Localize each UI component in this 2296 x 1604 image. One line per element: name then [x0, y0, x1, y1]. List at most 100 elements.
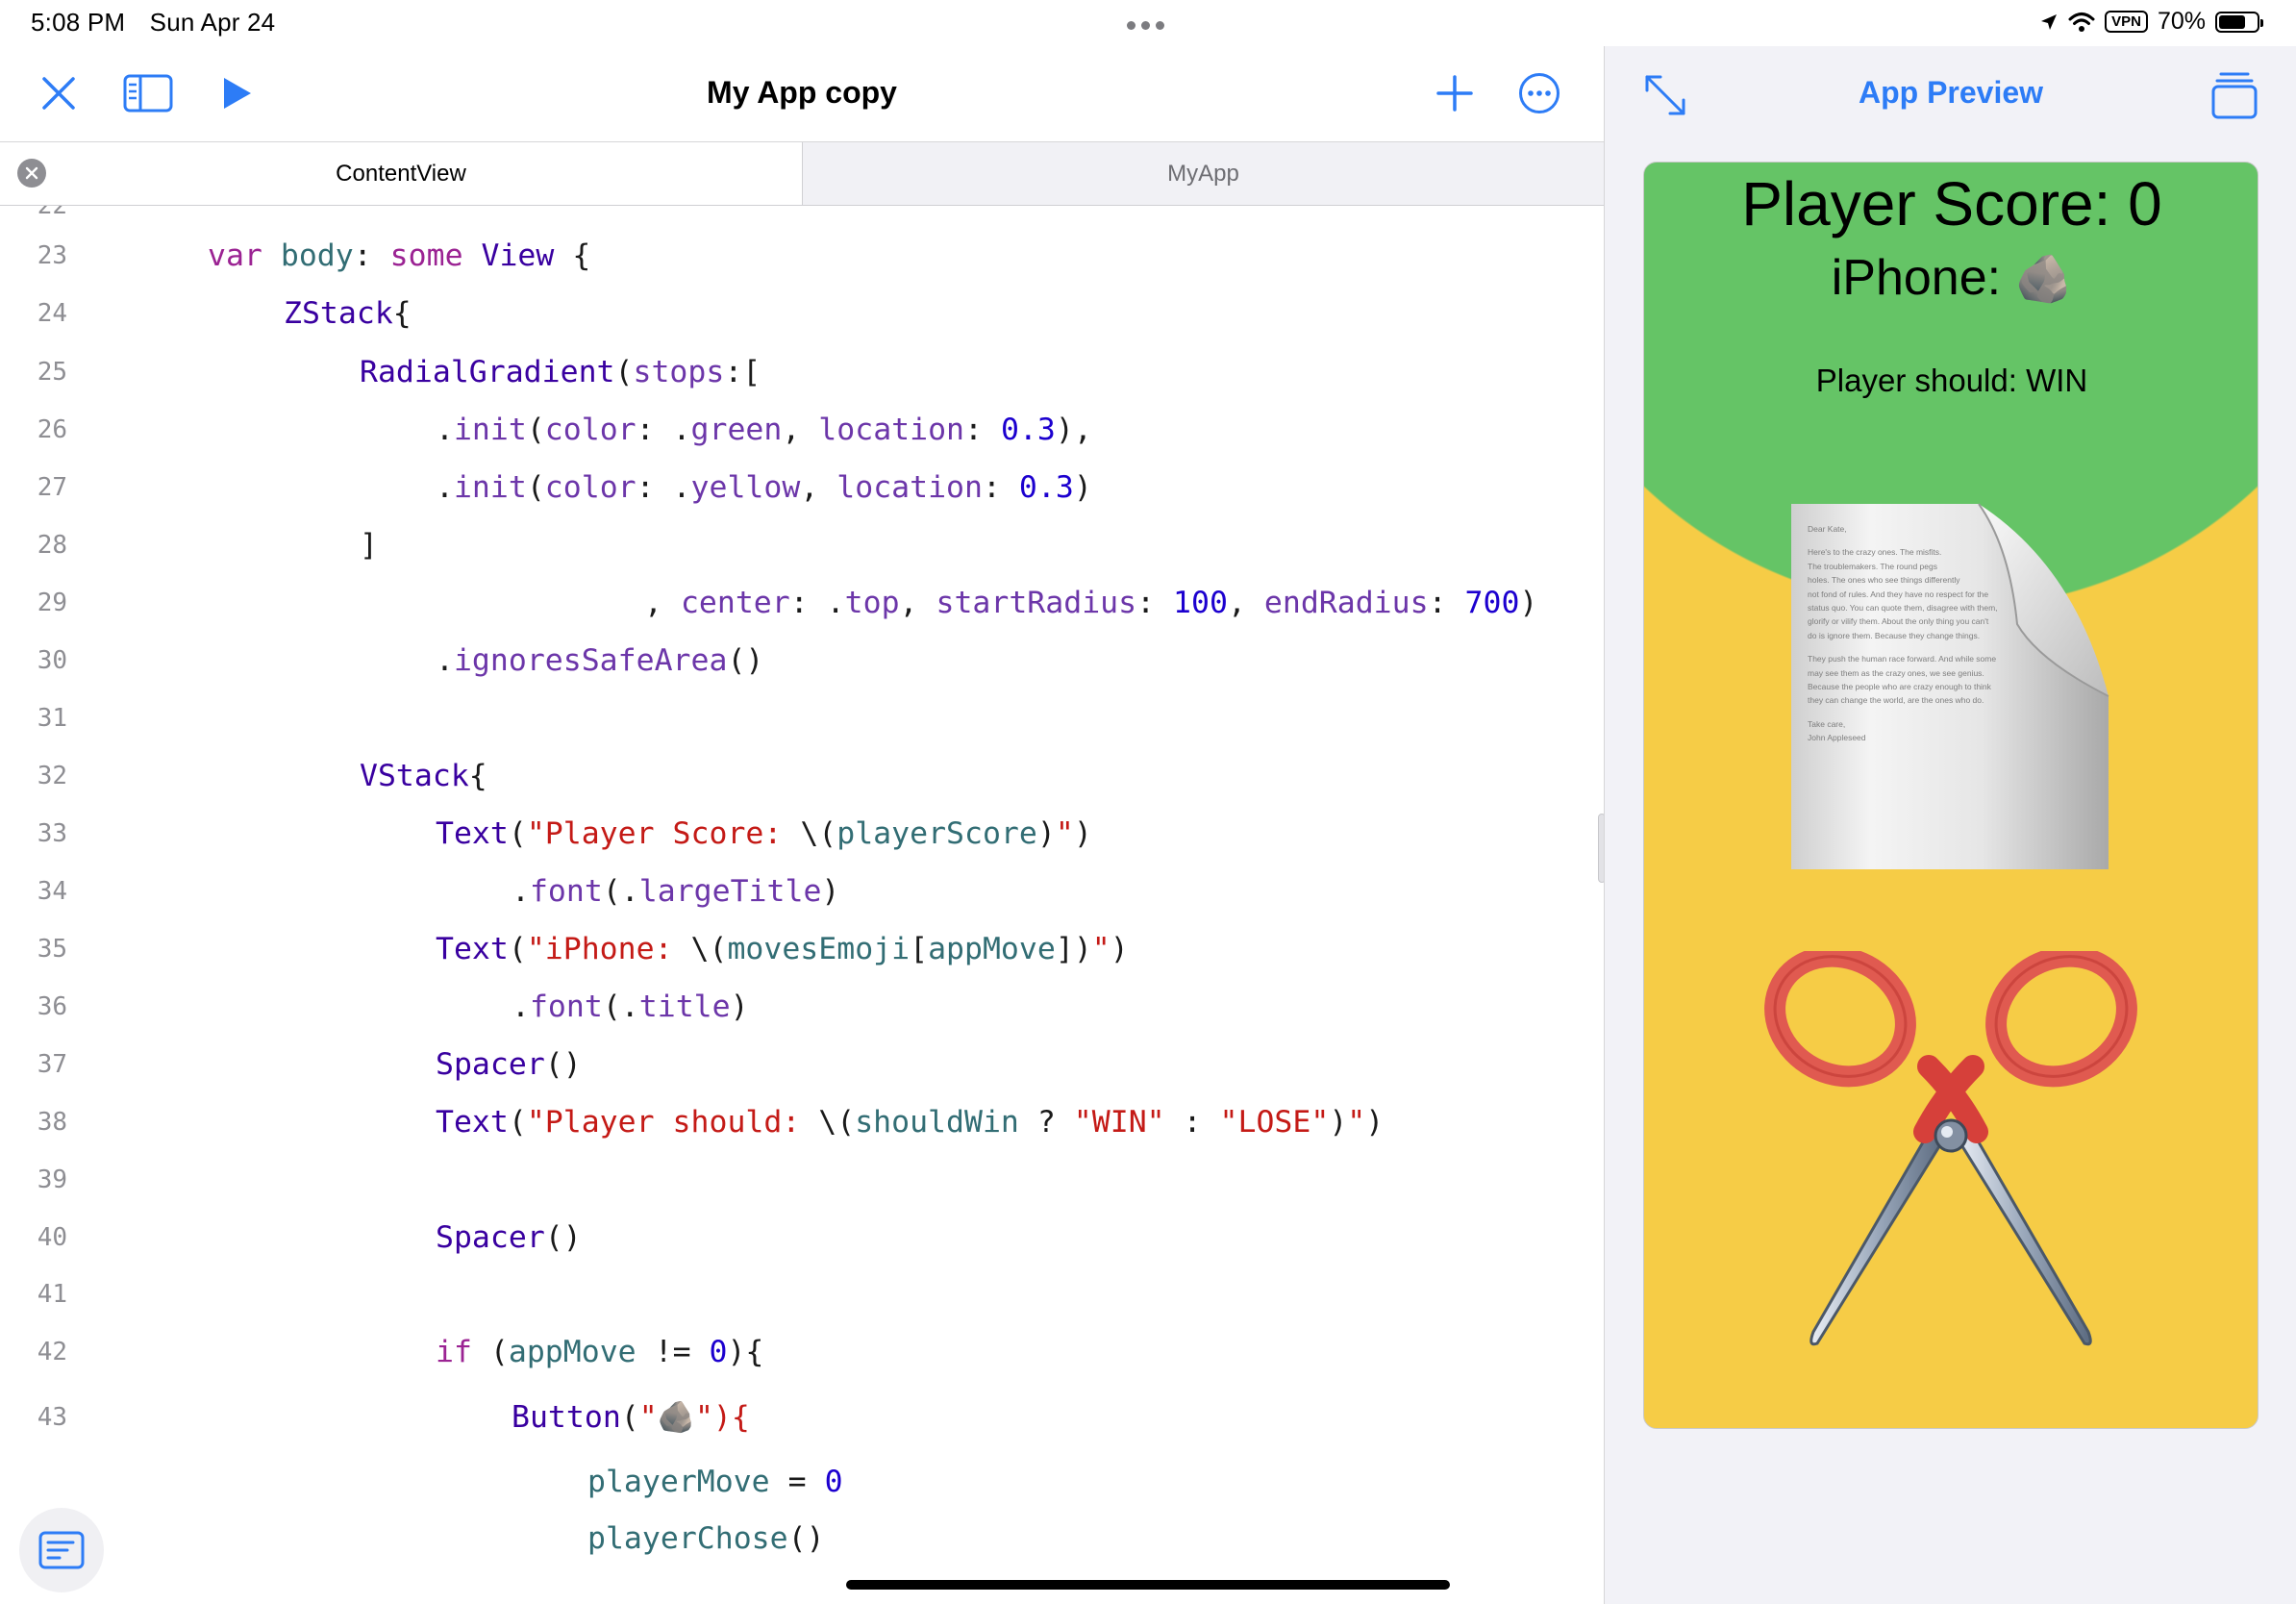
code-line: 34 .font(.largeTitle) [0, 863, 1604, 920]
plus-icon [1436, 75, 1473, 112]
player-should-label: Player should: WIN [1815, 363, 2088, 398]
code-text: Spacer() [436, 1047, 582, 1082]
file-tab-bar: ContentView MyApp [0, 142, 1604, 206]
code-line: 27 .init(color: .yellow, location: 0.3) [0, 459, 1604, 516]
line-number: 43 [37, 1403, 67, 1432]
line-number: 31 [37, 704, 67, 733]
code-text: playerMove = 0 [587, 1465, 843, 1499]
code-line: 33 Text("Player Score: \(playerScore)") [0, 805, 1604, 863]
paper-letter-line: not fond of rules. And they have no resp… [1808, 589, 1989, 599]
line-number: 40 [37, 1223, 67, 1252]
line-number: 30 [37, 646, 67, 675]
editor-pane: My App copy ContentView MyApp 22 23 var … [0, 46, 1606, 1604]
text-outline-icon [38, 1531, 85, 1569]
code-text: VStack{ [360, 759, 487, 793]
more-options-button[interactable] [1513, 69, 1565, 117]
code-line: 41 [0, 1266, 1604, 1323]
code-line: 37 Spacer() [0, 1036, 1604, 1093]
line-number: 39 [37, 1165, 67, 1194]
code-text: ZStack{ [284, 296, 412, 331]
close-icon [25, 166, 38, 180]
line-number: 33 [37, 819, 67, 848]
code-line: 29 , center: .top, startRadius: 100, end… [0, 574, 1604, 632]
location-icon [2041, 13, 2058, 30]
code-text: Spacer() [436, 1220, 582, 1255]
tab-close-button[interactable] [17, 159, 46, 188]
status-indicators: VPN 70% [2039, 8, 2263, 36]
project-title: My App copy [707, 75, 897, 110]
code-text: Text("Player Score: \(playerScore)") [436, 816, 1092, 851]
code-line: 39 [0, 1151, 1604, 1209]
paper-letter-line: Take care, [1808, 718, 1846, 729]
status-bar: 5:08 PM Sun Apr 24 VPN 70% [0, 0, 2296, 46]
home-indicator[interactable] [846, 1580, 1450, 1590]
line-number: 28 [37, 531, 67, 560]
iphone-move-label: iPhone: 🪨 [1831, 250, 2073, 306]
paper-letter-line: John Appleseed [1808, 733, 1866, 743]
battery-percent: 70% [2157, 8, 2206, 35]
line-number: 35 [37, 935, 67, 964]
code-line: 32 VStack{ [0, 747, 1604, 805]
line-number: 34 [37, 877, 67, 906]
document-outline-button[interactable] [19, 1508, 104, 1592]
paper-letter-line: Because the people who are crazy enough … [1808, 682, 1991, 692]
tab-contentview[interactable]: ContentView [0, 142, 802, 205]
line-number: 26 [37, 415, 67, 444]
code-text: var body: some View { [208, 238, 591, 273]
paper-letter-line: may see them as the crazy ones, we see g… [1808, 667, 1984, 678]
code-line: 25 RadialGradient(stops:[ [0, 343, 1604, 401]
code-line: 26 .init(color: .green, location: 0.3), [0, 401, 1604, 459]
code-text: .font(.title) [512, 990, 749, 1024]
paper-letter-text: Dear Kate, Here's to the crazy ones. The … [1808, 522, 2058, 745]
code-line: 38 Text("Player should: \(shouldWin ? "W… [0, 1093, 1604, 1151]
add-button[interactable] [1429, 69, 1481, 117]
paper-letter-line: Here's to the crazy ones. The misfits. [1808, 547, 1942, 558]
scissors-button[interactable] [1761, 945, 2140, 1355]
line-number: 32 [37, 762, 67, 790]
status-time: 5:08 PM [31, 8, 126, 37]
code-text: .init(color: .green, location: 0.3), [436, 413, 1092, 447]
code-editor[interactable]: 22 23 var body: some View { 24 ZStack{ 2… [0, 206, 1604, 1604]
player-score-label: Player Score: 0 [1741, 169, 2162, 238]
multitasking-dots[interactable] [1127, 21, 1164, 30]
paper-button[interactable]: Dear Kate, Here's to the crazy ones. The … [1786, 499, 2113, 874]
paper-letter-line: do is ignore them. Because they change t… [1808, 630, 1981, 640]
code-line: 45 playerChose() [0, 1510, 1604, 1567]
battery-icon [2215, 11, 2263, 33]
wifi-icon [2068, 12, 2095, 32]
scissors-icon [1764, 945, 2137, 1346]
vpn-badge: VPN [2105, 11, 2148, 33]
code-text: , center: .top, startRadius: 100, endRad… [644, 586, 1538, 620]
status-time-date: 5:08 PM Sun Apr 24 [31, 8, 292, 38]
paper-letter-line: The troublemakers. The round pegs [1808, 561, 1937, 571]
line-number: 41 [37, 1280, 67, 1309]
line-number: 24 [37, 299, 67, 328]
paper-letter-line: they can change the world, are the ones … [1808, 695, 1984, 706]
rock-emoji: 🪨 [2014, 254, 2073, 305]
paper-letter-line: Dear Kate, [1808, 524, 1847, 534]
stacked-rectangles-icon [2211, 72, 2258, 119]
app-preview-canvas: Player Score: 0 iPhone: 🪨 Player should:… [1643, 162, 2259, 1429]
tab-myapp[interactable]: MyApp [802, 142, 1604, 205]
ellipsis-circle-icon [1519, 73, 1560, 113]
line-number: 27 [37, 473, 67, 502]
tab-label: MyApp [1167, 160, 1239, 187]
line-number: 25 [37, 358, 67, 387]
editor-toolbar: My App copy [0, 46, 1604, 142]
line-number: 22 [37, 206, 67, 220]
status-date: Sun Apr 24 [149, 8, 276, 37]
rock-emoji: 🪨 [657, 1400, 695, 1435]
code-text: playerChose() [587, 1521, 825, 1556]
code-text: RadialGradient(stops:[ [360, 355, 761, 389]
code-text: ] [360, 528, 378, 563]
code-text: .font(.largeTitle) [512, 874, 840, 909]
paper-letter-line: glorify or vilify them. About the only t… [1808, 616, 1989, 627]
code-line: 42 if (appMove != 0){ [0, 1323, 1604, 1381]
paper-letter-line: They push the human race forward. And wh… [1808, 654, 1997, 664]
code-line: 43 Button("🪨"){ [0, 1389, 1604, 1446]
line-number: 37 [37, 1050, 67, 1079]
code-text: .init(color: .yellow, location: 0.3) [436, 470, 1092, 505]
code-line: 40 Spacer() [0, 1209, 1604, 1266]
preview-stack-button[interactable] [2209, 69, 2260, 121]
code-line: 31 [0, 689, 1604, 747]
